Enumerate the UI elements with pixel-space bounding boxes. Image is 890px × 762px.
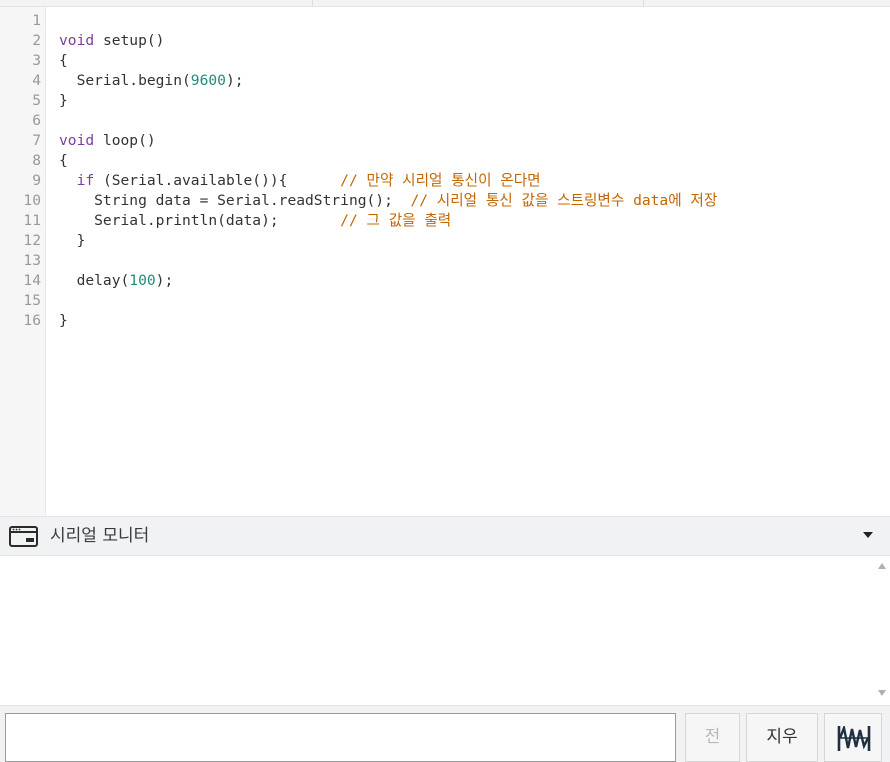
code-token: String data = Serial.readString();: [59, 192, 411, 209]
line-number: 7: [32, 132, 41, 149]
code-keyword: void: [59, 132, 95, 149]
line-number: 5: [32, 92, 41, 109]
code-text: {: [59, 51, 68, 71]
scroll-down-arrow-icon[interactable]: [878, 690, 886, 696]
editor-tab-strip: [0, 0, 890, 7]
code-line: 8{: [0, 151, 890, 171]
code-text: delay(100);: [59, 271, 174, 291]
line-number: 16: [23, 312, 41, 329]
code-line: 6: [0, 111, 890, 131]
code-token: );: [155, 272, 174, 289]
code-line: 13: [0, 251, 890, 271]
code-token: delay(: [59, 272, 130, 289]
code-text: void loop(): [59, 131, 156, 151]
line-number: 8: [32, 152, 41, 169]
code-text: }: [59, 311, 68, 331]
code-line: 16}: [0, 311, 890, 331]
line-number: 11: [23, 212, 41, 229]
code-line: 4 Serial.begin(9600);: [0, 71, 890, 91]
code-text: Serial.println(data); // 그 값을 출력: [59, 211, 451, 231]
code-token: {: [59, 52, 68, 69]
code-line: 10 String data = Serial.readString(); //…: [0, 191, 890, 211]
line-number: 13: [23, 252, 41, 269]
line-number: 3: [32, 52, 41, 69]
line-number: 2: [32, 32, 41, 49]
waveform-graph-icon: [837, 726, 871, 751]
code-line: 11 Serial.println(data); // 그 값을 출력: [0, 211, 890, 231]
serial-monitor-output: [0, 556, 890, 706]
line-number: 14: [23, 272, 41, 289]
clear-button[interactable]: 지우: [746, 713, 818, 762]
code-line: 7 void loop(): [0, 131, 890, 151]
line-number: 1: [32, 12, 41, 29]
send-button[interactable]: 전: [685, 713, 740, 762]
line-number: 10: [23, 192, 41, 209]
line-number: 6: [32, 112, 41, 129]
output-scrollbar[interactable]: [874, 556, 890, 706]
serial-input-field[interactable]: [5, 713, 676, 762]
code-number: 100: [129, 272, 156, 289]
tab-divider: [312, 0, 313, 6]
code-line: 2 void setup(): [0, 31, 890, 51]
scroll-up-arrow-icon[interactable]: [878, 563, 886, 569]
serial-monitor-window-icon: [9, 526, 38, 547]
line-number: 9: [32, 172, 41, 189]
code-editor[interactable]: 1 2 void setup() 3{4 Serial.begin(9600); 5} 6…: [0, 7, 890, 516]
code-token: {: [59, 152, 68, 169]
code-text: }: [59, 231, 86, 251]
code-text: String data = Serial.readString(); // 시리…: [59, 191, 717, 211]
serial-monitor-title: 시리얼 모니터: [50, 526, 150, 546]
code-text: {: [59, 151, 68, 171]
serial-monitor-header[interactable]: 시리얼 모니터: [0, 516, 890, 556]
code-line: 9 if (Serial.available()){ // 만약 시리얼 통신이…: [0, 171, 890, 191]
code-line: 14 delay(100);: [0, 271, 890, 291]
caret-down-icon[interactable]: [863, 532, 873, 538]
code-keyword: void: [59, 32, 95, 49]
line-number: 15: [23, 292, 41, 309]
serial-monitor-footer: 전 지우: [0, 705, 890, 762]
tab-divider: [643, 0, 644, 6]
code-token: Serial.println(data);: [59, 212, 341, 229]
code-token: }: [59, 92, 68, 109]
code-text: if (Serial.available()){ // 만약 시리얼 통신이 온…: [59, 171, 541, 191]
code-comment: // 그 값을 출력: [340, 212, 452, 229]
code-line: 3{: [0, 51, 890, 71]
code-token: (Serial.available()){: [94, 172, 341, 189]
code-token: }: [59, 232, 86, 249]
code-token: setup(): [94, 32, 165, 49]
code-token: Serial.begin(: [59, 72, 191, 89]
code-number: 9600: [190, 72, 226, 89]
code-line: 12 }: [0, 231, 890, 251]
line-number: 12: [23, 232, 41, 249]
code-keyword: if: [76, 172, 95, 189]
code-token: }: [59, 312, 68, 329]
code-text: Serial.begin(9600);: [59, 71, 244, 91]
graph-button[interactable]: [824, 713, 882, 762]
code-text: void setup(): [59, 31, 164, 51]
code-line: 15: [0, 291, 890, 311]
code-comment: // 만약 시리얼 통신이 온다면: [340, 172, 541, 189]
code-comment: // 시리얼 통신 값을 스트링변수 data에 저장: [410, 192, 718, 209]
line-number: 4: [32, 72, 41, 89]
code-token: );: [225, 72, 244, 89]
code-token: loop(): [94, 132, 156, 149]
code-text: }: [59, 91, 68, 111]
code-line: 5}: [0, 91, 890, 111]
code-line: 1: [0, 11, 890, 31]
